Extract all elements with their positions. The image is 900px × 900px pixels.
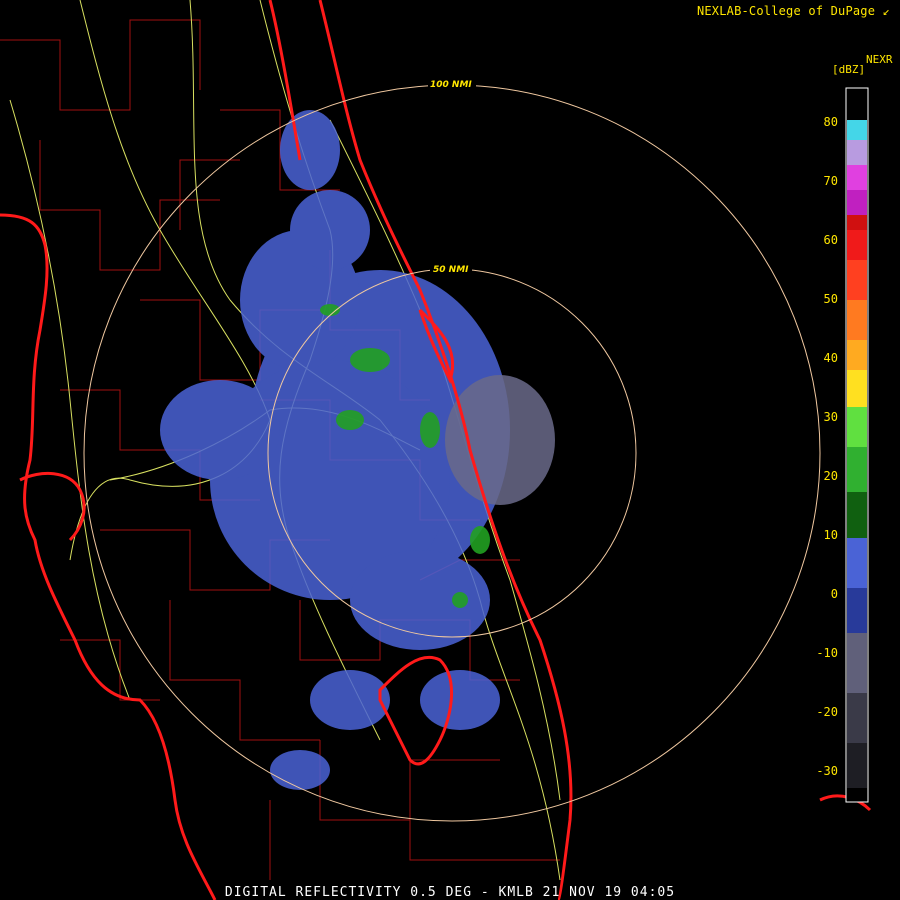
scale-tick: 0 (830, 587, 838, 601)
product-caption: DIGITAL REFLECTIVITY 0.5 DEG - KMLB 21 N… (224, 885, 676, 900)
scale-tick: 20 (823, 469, 838, 483)
scale-tick: 30 (823, 410, 838, 424)
scale-tick: 60 (823, 233, 838, 247)
scale-tick: -10 (816, 646, 838, 660)
nexlab-credit: NEXLAB-College of DuPage ↙ (696, 4, 890, 18)
scale-tick: 10 (823, 528, 838, 542)
color-scale-bar (845, 87, 869, 803)
scale-tick: 80 (823, 115, 838, 129)
scale-tick: 70 (823, 174, 838, 188)
ring-label-100: 100 NMI (430, 80, 472, 90)
scale-tick: -20 (816, 705, 838, 719)
ring-label-50: 50 NMI (433, 265, 469, 275)
scale-title: NEXR (866, 53, 893, 66)
scale-tick: 50 (823, 292, 838, 306)
radar-map: 50 NMI 100 NMI (0, 0, 872, 900)
scale-unit: [dBZ] (832, 63, 866, 76)
echo-gray (445, 375, 555, 505)
scale-tick: 40 (823, 351, 838, 365)
scale-tick: -30 (816, 764, 838, 778)
